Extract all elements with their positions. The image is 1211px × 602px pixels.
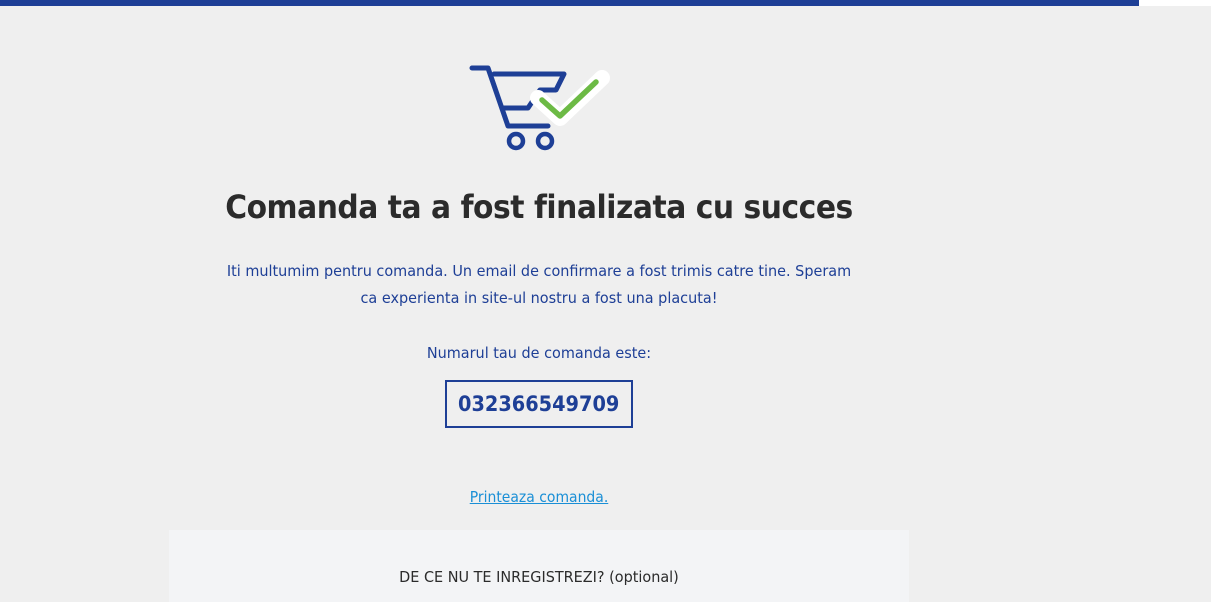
register-panel: DE CE NU TE INREGISTREZI? (optional)	[169, 530, 909, 602]
confirmation-message-line-1: Iti multumim pentru comanda. Un email de…	[226, 262, 852, 280]
shopping-cart-check-icon	[468, 62, 612, 156]
confirmation-message: Iti multumim pentru comanda. Un email de…	[224, 258, 855, 312]
page-title: Comanda ta a fost finalizata cu succes	[225, 188, 853, 226]
top-accent-bar-gap	[1139, 0, 1211, 6]
register-title: DE CE NU TE INREGISTREZI? (optional)	[399, 568, 679, 586]
order-number-box: 032366549709	[445, 380, 633, 428]
print-order-link[interactable]: Printeaza comanda.	[447, 488, 631, 506]
top-accent-bar	[0, 0, 1139, 6]
order-number-label: Numarul tau de comanda este:	[426, 344, 652, 362]
order-number: 032366549709	[458, 392, 620, 416]
confirmation-message-line-2: ca experienta in site-ul nostru a fost u…	[360, 289, 718, 307]
